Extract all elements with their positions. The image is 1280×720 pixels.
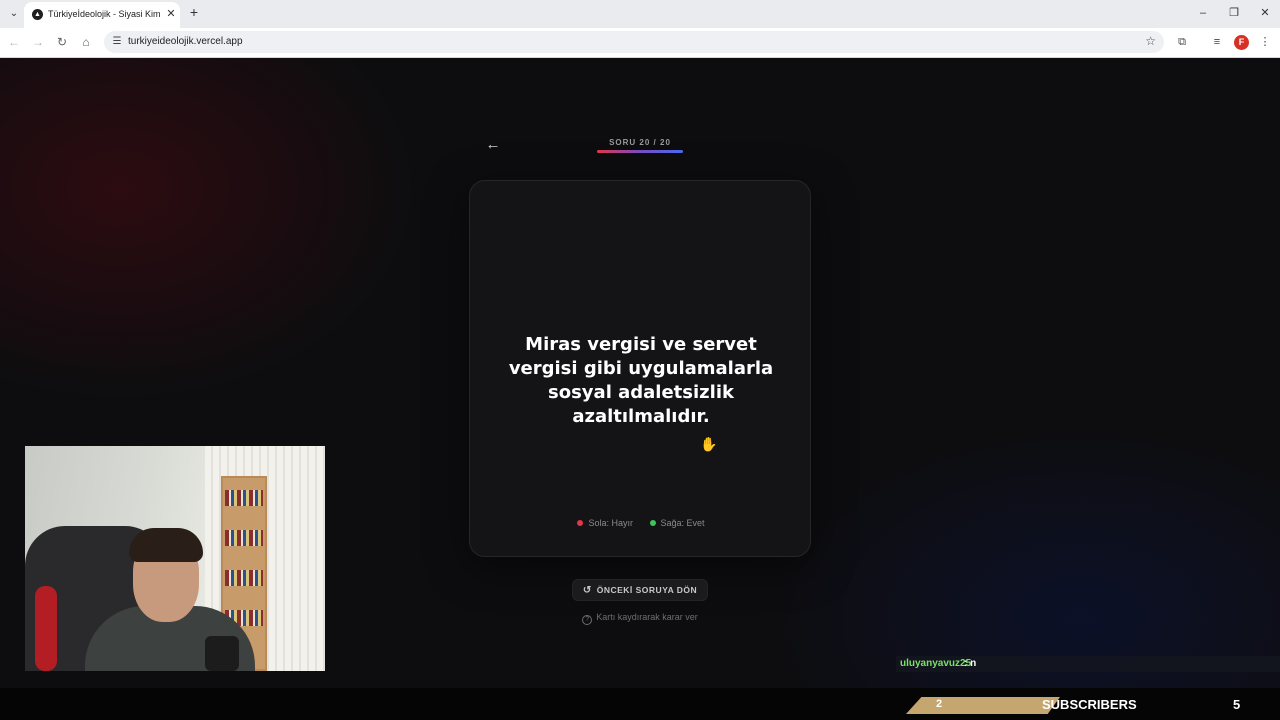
reload-button[interactable]: ↻ [54,34,70,50]
webcam-books [225,530,263,546]
tab-title: Türkiyeİdeolojik - Siyasi Kimliğ [48,9,160,19]
hint-right-label: Sağa: Evet [660,518,705,528]
restore-button[interactable]: ❐ [1225,5,1243,21]
swipe-instruction: ? Kartı kaydırarak karar ver [560,612,720,625]
subscribers-tag [906,697,1060,714]
hint-left-label: Sola: Hayır [588,518,633,528]
webcam-microphone [205,636,239,671]
home-button[interactable]: ⌂ [78,34,94,50]
progress-bar [597,150,683,153]
swipe-instruction-text: Kartı kaydırarak karar ver [596,612,698,622]
question-text: Miras vergisi ve servet vergisi gibi uyg… [508,334,774,427]
subscriber-count-right: 5 [1233,697,1241,712]
forward-button[interactable]: → [30,34,46,50]
back-arrow-icon[interactable]: ← [484,136,502,154]
hand-cursor-icon: ✋ [700,436,718,452]
minimize-button[interactable]: – [1194,5,1212,21]
back-button[interactable]: ← [6,34,22,50]
browser-tab[interactable]: ▲ Türkiyeİdeolojik - Siyasi Kimliğ ✕ [24,2,180,28]
question-card[interactable]: Miras vergisi ve servet vergisi gibi uyg… [469,180,811,557]
webcam-books [225,570,263,586]
progress-bar-fill [597,150,683,153]
yes-dot-icon [649,520,656,526]
webcam-overlay [25,446,325,671]
tab-close-icon[interactable]: ✕ [165,7,177,21]
url-text[interactable]: turkiyeideolojik.vercel.app [128,36,243,47]
previous-question-button[interactable]: ↺ ÖNCEKİ SORUYA DÖN [572,579,708,601]
bookmark-star-icon[interactable]: ☆ [1145,34,1156,48]
tab-search-chevron-icon[interactable]: ⌄ [6,6,22,22]
subscribers-label: SUBSCRIBERS [1042,697,1137,712]
chat-message: uluyanyavuz25 : n [896,656,1280,672]
browser-menu-icon[interactable]: ⋮ [1258,35,1272,49]
webcam-books [225,490,263,506]
webcam-person-hair [129,528,203,562]
hint-left: Sola: Hayır [577,518,633,528]
extensions-icon[interactable]: ⧉ [1175,35,1189,49]
help-circle-icon: ? [582,615,593,625]
address-bar[interactable]: ☰ turkiyeideolojik.vercel.app ☆ [104,31,1164,53]
webcam-chair-accent [35,586,57,671]
close-window-button[interactable]: ✕ [1256,5,1274,21]
no-dot-icon [577,520,584,526]
site-favicon-icon: ▲ [32,9,43,20]
new-tab-button[interactable]: + [186,5,202,21]
site-info-icon[interactable]: ☰ [110,35,124,49]
browser-toolbar: ← → ↻ ⌂ ☰ turkiyeideolojik.vercel.app ☆ … [0,28,1280,58]
swipe-direction-hints: Sola: Hayır Sağa: Evet [470,518,812,528]
undo-icon: ↺ [582,585,592,596]
media-control-icon[interactable]: ≡ [1210,35,1224,49]
subscriber-count-left: 2 [936,698,943,710]
tab-strip: ⌄ ▲ Türkiyeİdeolojik - Siyasi Kimliğ ✕ +… [0,0,1280,28]
chat-username: uluyanyavuz25 [900,658,972,669]
hint-right: Sağa: Evet [649,518,705,528]
chat-text: : n [964,658,977,669]
profile-avatar[interactable]: F [1234,35,1249,50]
question-counter: SORU 20 / 20 [609,138,671,147]
previous-question-label: ÖNCEKİ SORUYA DÖN [596,585,698,595]
